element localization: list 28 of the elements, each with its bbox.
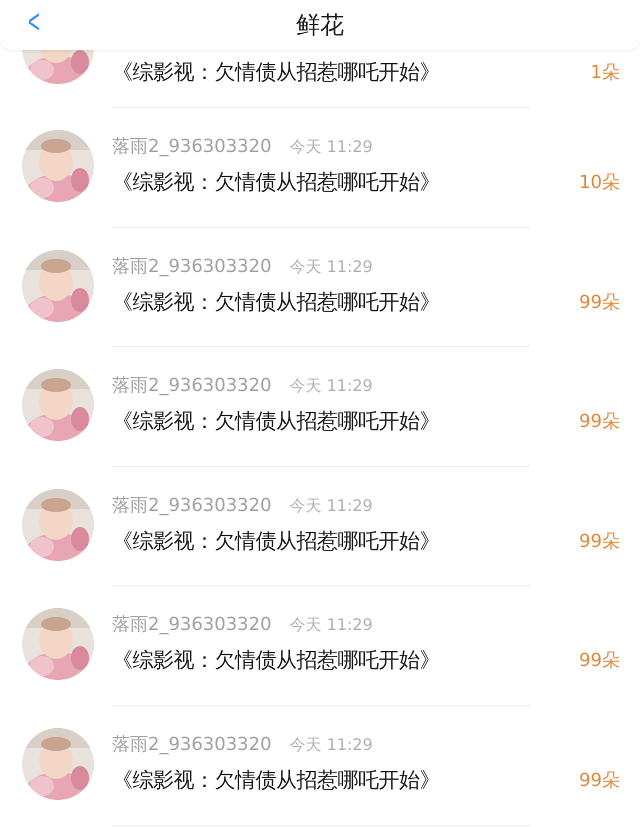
flower-count: 99朵 [579, 410, 620, 434]
user-name: 落雨2_936303320 [112, 254, 272, 278]
user-name: 落雨2_936303320 [112, 732, 272, 756]
timestamp: 今天 11:29 [290, 137, 373, 158]
user-name: 落雨2_936303320 [112, 135, 272, 158]
timestamp: 今天 11:29 [290, 496, 373, 517]
page-title: 鲜花 [296, 10, 344, 41]
user-name: 落雨2_936303320 [112, 613, 272, 636]
flower-count: 99朵 [579, 290, 620, 314]
flower-count: 99朵 [579, 649, 620, 672]
user-name: 落雨2_936303320 [112, 374, 272, 398]
back-button[interactable]: < [28, 2, 40, 42]
flower-count: 99朵 [579, 530, 620, 553]
timestamp: 今天 11:29 [290, 256, 373, 278]
book-title: 《综影视：欠情债从招惹哪吒开始》 [112, 288, 440, 316]
book-title: 《综影视：欠情债从招惹哪吒开始》 [112, 169, 440, 196]
flower-count: 10朵 [579, 171, 620, 194]
timestamp: 今天 11:29 [290, 376, 373, 398]
timestamp: 今天 11:29 [290, 615, 373, 636]
book-title: 《综影视：欠情债从招惹哪吒开始》 [112, 647, 440, 674]
book-title: 《综影视：欠情债从招惹哪吒开始》 [112, 766, 440, 794]
flower-count: 1朵 [590, 61, 620, 84]
timestamp: 今天 11:29 [290, 734, 373, 756]
book-title: 《综影视：欠情债从招惹哪吒开始》 [112, 528, 440, 555]
flower-count: 99朵 [579, 768, 620, 792]
book-title: 《综影视：欠情债从招惹哪吒开始》 [112, 408, 440, 436]
book-title: 《综影视：欠情债从招惹哪吒开始》 [112, 59, 440, 86]
user-name: 落雨2_936303320 [112, 494, 272, 517]
